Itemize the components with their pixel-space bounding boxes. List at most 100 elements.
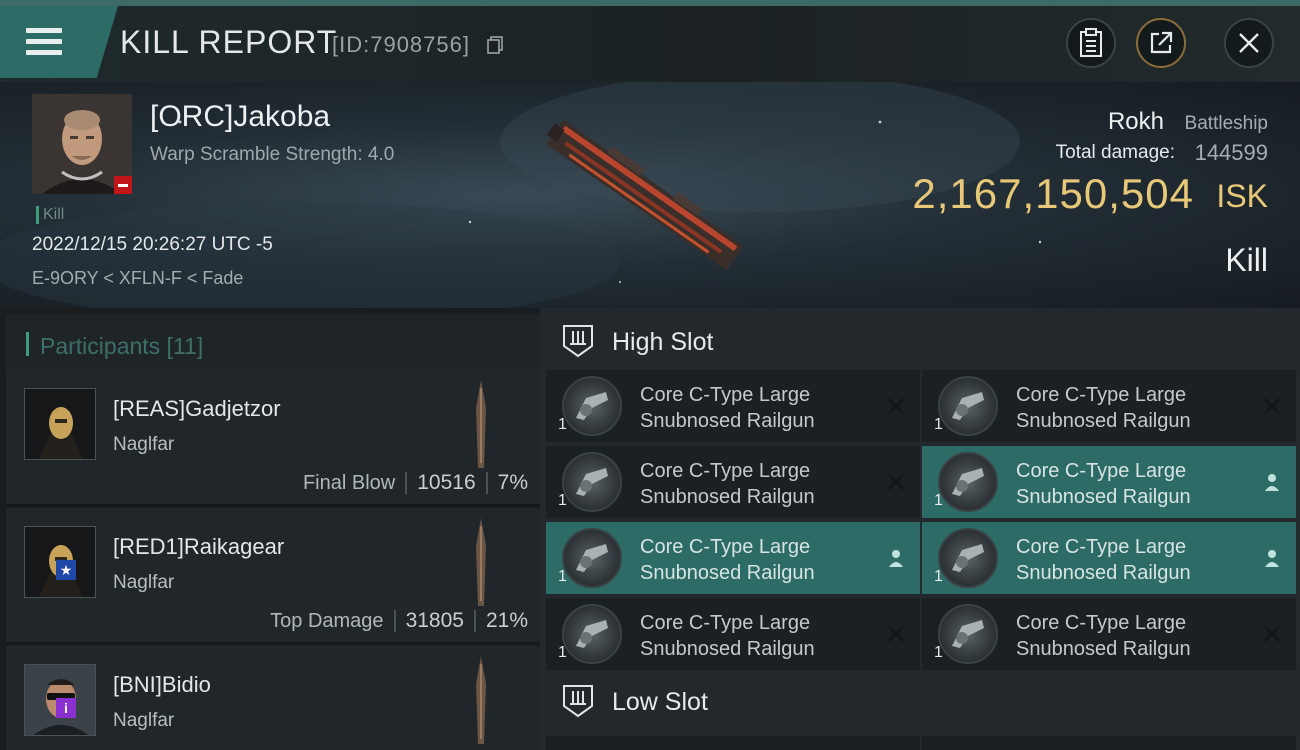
module-name: Core C-Type Large Snubnosed Railgun — [1016, 612, 1191, 660]
participant-ship-icon — [476, 380, 486, 468]
railgun-icon — [938, 452, 998, 512]
module-name: Core C-Type Large Snubnosed Railgun — [640, 384, 815, 432]
participant-damage: 10516 — [417, 471, 476, 494]
railgun-icon — [562, 376, 622, 436]
close-button[interactable] — [1224, 18, 1274, 68]
module-item[interactable]: 1 Core C-Type Large Snubnosed Railgun — [546, 598, 920, 670]
module-quantity: 1 — [934, 644, 943, 661]
victim-banner: [ORC]Jakoba Warp Scramble Strength: 4.0 … — [0, 82, 1300, 308]
module-quantity: 1 — [558, 492, 567, 509]
isk-unit: ISK — [1216, 178, 1268, 214]
participant-name: [REAS]Gadjetzor — [113, 396, 281, 421]
participant-percent: 21% — [485, 609, 528, 632]
module-name: Core C-Type Large Snubnosed Railgun — [1016, 536, 1191, 584]
menu-button[interactable] — [0, 6, 118, 78]
railgun-icon — [938, 528, 998, 588]
share-icon — [1150, 31, 1173, 54]
railgun-icon — [562, 452, 622, 512]
module-quantity: 1 — [558, 644, 567, 661]
victim-ship-class: Battleship — [1184, 113, 1268, 134]
module-item[interactable]: 1 Core C-Type Large Snubnosed Railgun — [922, 370, 1296, 442]
module-item[interactable]: 1 Core C-Type Large Snubnosed Railgun — [922, 446, 1296, 518]
participant-stats: Top Damage 31805 21% — [270, 609, 528, 633]
participant-percent: 7% — [497, 471, 528, 494]
destroyed-x-icon — [884, 622, 908, 646]
module-name: Core C-Type Large Snubnosed Railgun — [640, 612, 815, 660]
participant-ship: Naglfar — [113, 434, 175, 455]
victim-ship-image — [546, 119, 744, 271]
module-item[interactable]: 1 Core C-Type Large Snubnosed Railgun — [546, 446, 920, 518]
module-item[interactable]: 1 Core C-Type Large Snubnosed Railgun — [922, 598, 1296, 670]
report-id: [ID:7908756] — [332, 32, 470, 57]
kill-location[interactable]: E-9ORY < XFLN-F < Fade — [32, 268, 243, 289]
dropped-person-icon — [1260, 470, 1284, 494]
module-quantity: 1 — [558, 568, 567, 585]
high-slot-title: High Slot — [612, 328, 714, 356]
warp-scramble-strength: Warp Scramble Strength: 4.0 — [150, 144, 395, 165]
total-damage-label: Total damage: — [1055, 142, 1175, 163]
participant-stat-label: Top Damage — [270, 609, 384, 632]
participants-panel: Participants [11] [REAS]Gadjetzor Naglfa… — [0, 308, 540, 750]
isk-value: 2,167,150,504 — [912, 170, 1194, 217]
participants-accent-bar — [26, 332, 29, 356]
destroyed-x-icon — [884, 394, 908, 418]
module-name: Core C-Type Large Snubnosed Railgun — [640, 536, 815, 584]
module-item[interactable]: 1 Core C-Type Large Snubnosed Railgun — [922, 522, 1296, 594]
participant-stat-label: Final Blow — [302, 471, 396, 494]
high-slot-header: High Slot — [540, 310, 1300, 370]
module-quantity: 1 — [558, 416, 567, 433]
dropped-person-icon — [884, 546, 908, 570]
total-damage-value: 144599 — [1194, 140, 1268, 165]
info-badge-icon: i — [56, 698, 76, 718]
menu-icon — [26, 28, 62, 58]
module-item[interactable]: 1 Core C-Type Large Snubnosed Railgun — [546, 370, 920, 442]
module-name: Core C-Type Large Snubnosed Railgun — [1016, 460, 1191, 508]
destroyed-x-icon — [1260, 622, 1284, 646]
close-icon — [1239, 33, 1259, 53]
hostile-badge — [114, 176, 132, 194]
clipboard-button[interactable] — [1066, 18, 1116, 68]
participants-header[interactable]: Participants [11] — [6, 314, 540, 372]
header-accent-line — [0, 0, 1300, 6]
participant-ship-icon — [476, 656, 486, 744]
participant-row[interactable]: ★ [RED1]Raikagear Naglfar Top Damage 318… — [6, 508, 540, 644]
star-badge-icon: ★ — [56, 560, 76, 580]
module-name: Core C-Type Large Snubnosed Railgun — [640, 460, 815, 508]
module-name: Core C-Type Large Snubnosed Railgun — [1016, 384, 1191, 432]
railgun-icon — [562, 528, 622, 588]
railgun-icon — [938, 604, 998, 664]
module-quantity: 1 — [934, 416, 943, 433]
participant-name: [RED1]Raikagear — [113, 534, 285, 559]
participant-row[interactable]: [REAS]Gadjetzor Naglfar Final Blow 10516… — [6, 370, 540, 506]
participant-damage: 31805 — [405, 609, 464, 632]
kill-result: Kill — [1225, 242, 1268, 278]
copy-icon[interactable] — [487, 36, 503, 54]
module-quantity: 1 — [934, 492, 943, 509]
participant-avatar — [24, 388, 96, 460]
participant-stats: Final Blow 10516 7% — [303, 471, 528, 495]
share-button[interactable] — [1136, 18, 1186, 68]
kill-tag: Kill — [36, 206, 64, 224]
low-slot-title: Low Slot — [612, 688, 708, 716]
destroyed-x-icon — [884, 470, 908, 494]
low-slot-module-peek[interactable] — [922, 736, 1296, 750]
participant-ship: Naglfar — [113, 710, 175, 731]
participant-ship: Naglfar — [113, 572, 175, 593]
participant-name: [BNI]Bidio — [113, 672, 211, 697]
fitting-panel: High Slot 1 Core C-Type Large Snubnosed R… — [540, 308, 1300, 750]
destroyed-x-icon — [1260, 394, 1284, 418]
dropped-person-icon — [1260, 546, 1284, 570]
victim-ship-name[interactable]: Rokh — [1108, 108, 1164, 136]
victim-portrait[interactable] — [32, 94, 132, 194]
participants-label: Participants [11] — [40, 333, 204, 359]
victim-name[interactable]: [ORC]Jakoba — [150, 100, 330, 134]
railgun-icon — [562, 604, 622, 664]
page-title: KILL REPORT — [120, 24, 338, 60]
kill-datetime: 2022/12/15 20:26:27 UTC -5 — [32, 234, 273, 255]
participant-row[interactable]: i [BNI]Bidio Naglfar — [6, 646, 540, 750]
module-item[interactable]: 1 Core C-Type Large Snubnosed Railgun — [546, 522, 920, 594]
low-slot-module-peek[interactable] — [546, 736, 920, 750]
slot-icon — [563, 325, 593, 358]
slot-icon — [563, 685, 593, 718]
railgun-icon — [938, 376, 998, 436]
